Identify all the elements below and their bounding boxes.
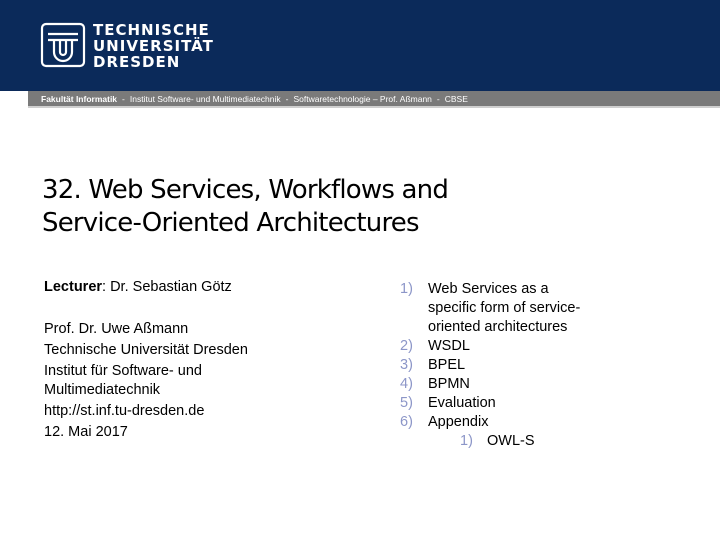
logo-line-2: UNIVERSITÄT bbox=[93, 37, 214, 55]
author-block: Lecturer: Dr. Sebastian Götz Prof. Dr. U… bbox=[44, 278, 364, 444]
list-item-label: Appendix bbox=[428, 414, 489, 430]
breadcrumb-separator: - bbox=[285, 94, 289, 104]
breadcrumb-chair: Softwaretechnologie – Prof. Aßmann bbox=[293, 94, 432, 104]
list-item: 1) Web Services as a specific form of ser… bbox=[400, 280, 600, 337]
lecturer-label: Lecturer bbox=[44, 279, 103, 295]
breadcrumb: Fakultät Informatik - Institut Software- u… bbox=[28, 91, 720, 108]
list-item-label: Web Services as a specific form of servi… bbox=[428, 281, 581, 335]
lecture-date: 12. Mai 2017 bbox=[44, 424, 128, 440]
breadcrumb-separator: - bbox=[436, 94, 440, 104]
sub-list-item: 1) OWL-S bbox=[400, 432, 700, 451]
website-link[interactable]: http://st.inf.tu-dresden.de bbox=[44, 402, 364, 421]
list-item-label: Evaluation bbox=[428, 395, 496, 411]
page-title: 32. Web Services, Workflows and Service-… bbox=[42, 174, 682, 240]
logo-line-3: DRESDEN bbox=[93, 53, 181, 71]
header-bar: TECHNISCHE UNIVERSITÄT DRESDEN bbox=[0, 0, 720, 91]
tu-dresden-logo-icon bbox=[40, 22, 86, 68]
breadcrumb-faculty: Fakultät Informatik bbox=[41, 94, 118, 104]
list-item-label: OWL-S bbox=[487, 433, 535, 449]
list-number: 4) bbox=[400, 376, 413, 392]
table-of-contents: 1) Web Services as a specific form of ser… bbox=[400, 280, 700, 451]
title-line-1: 32. Web Services, Workflows and bbox=[42, 175, 449, 205]
list-item: 6) Appendix bbox=[400, 413, 700, 432]
lecturer-name: : Dr. Sebastian Götz bbox=[102, 279, 232, 295]
list-number: 1) bbox=[400, 281, 413, 297]
list-item-label: BPEL bbox=[428, 357, 466, 373]
list-number: 6) bbox=[400, 414, 413, 430]
list-item: 2) WSDL bbox=[400, 337, 700, 356]
list-number: 1) bbox=[460, 433, 473, 449]
list-number: 5) bbox=[400, 395, 413, 411]
university-name: Technische Universität Dresden bbox=[44, 342, 248, 358]
list-item: 4) BPMN bbox=[400, 375, 700, 394]
title-line-2: Service-Oriented Architectures bbox=[42, 208, 420, 238]
university-logo-text: TECHNISCHE UNIVERSITÄT DRESDEN bbox=[93, 22, 214, 70]
professor-name: Prof. Dr. Uwe Aßmann bbox=[44, 321, 189, 337]
list-number: 2) bbox=[400, 338, 413, 354]
logo-line-1: TECHNISCHE bbox=[93, 21, 210, 39]
list-item: 5) Evaluation bbox=[400, 394, 700, 413]
breadcrumb-separator: - bbox=[122, 94, 125, 104]
list-item-label: WSDL bbox=[428, 338, 470, 354]
breadcrumb-institute: Institut Software- und Multimediatechnik bbox=[129, 94, 281, 104]
list-item-label: BPMN bbox=[428, 376, 470, 392]
lecturer-line: Lecturer: Dr. Sebastian Götz bbox=[44, 278, 364, 297]
institute-name: Institut für Software- und Multimediatec… bbox=[44, 363, 202, 398]
list-item: 3) BPEL bbox=[400, 356, 700, 375]
breadcrumb-group: CBSE bbox=[444, 94, 468, 104]
list-number: 3) bbox=[400, 357, 413, 373]
